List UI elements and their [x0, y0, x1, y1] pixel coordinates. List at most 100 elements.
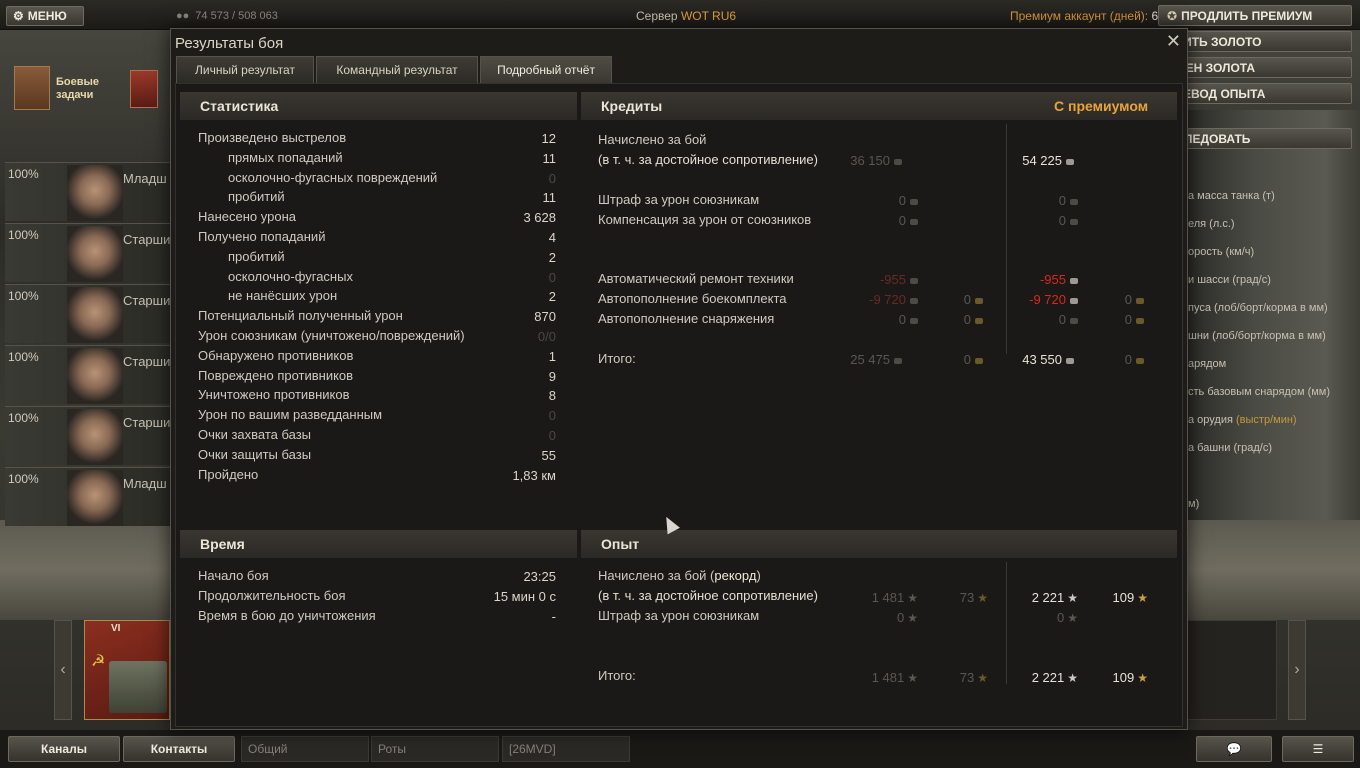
silver-coin-icon — [1066, 357, 1074, 364]
carousel-right-arrow[interactable]: › — [1288, 620, 1306, 720]
gear-icon: ⚙ — [13, 9, 24, 23]
dialog-body: Статистика Произведено выстрелов 12 прямых… — [175, 83, 1183, 727]
crew-rank: Старши — [123, 415, 171, 430]
free-xp-star-icon: ★ — [1137, 591, 1148, 605]
credits-equipment-gold: 0 — [913, 312, 983, 327]
stat-value: 1,83 км — [512, 467, 556, 483]
crew-member[interactable]: 100% Старши — [5, 223, 170, 282]
stat-value: 3 628 — [523, 210, 556, 226]
xp-total-premium-free: 109 ★ — [1112, 670, 1148, 685]
credits-title: Кредиты — [601, 98, 663, 114]
extend-premium-button[interactable]: ✪ ПРОДЛИТЬ ПРЕМИУМ — [1158, 5, 1352, 26]
premium-label: Премиум аккаунт (дней): — [1010, 9, 1149, 23]
credits-repair: -955 — [848, 272, 918, 287]
crew-portrait — [67, 287, 123, 343]
crew-member[interactable]: 100% Старши — [5, 284, 170, 343]
chat-bubble-icon[interactable]: 💬 — [1196, 736, 1272, 762]
stat-label: Урон по вашим разведданным — [198, 407, 383, 423]
crew-percent: 100% — [8, 472, 39, 486]
crew-portrait — [67, 348, 123, 404]
silver-coin-icon — [1070, 218, 1078, 225]
crew-member[interactable]: 100% Старши — [5, 345, 170, 404]
credits-equipment-label: Автопополнение снаряжения — [598, 311, 775, 326]
free-xp-star-icon: ★ — [977, 671, 988, 685]
credits-total-premium-gold: 0 — [1074, 352, 1144, 367]
crew-rank: Старши — [123, 354, 171, 369]
credits-repair-label: Автоматический ремонт техники — [598, 271, 794, 286]
xp-earned: 1 481 ★ — [871, 590, 918, 605]
xp-earned-label-text: Начислено за бой ( — [598, 568, 715, 583]
tank-stat-label: и шасси (град/с) — [1188, 274, 1271, 286]
tab-personal-result[interactable]: Личный результат — [176, 56, 314, 83]
carousel-left-arrow[interactable]: ‹ — [54, 620, 72, 720]
tank-tier: VI — [111, 623, 121, 634]
xp-earned-premium: 2 221 ★ — [1031, 590, 1078, 605]
chat-tab-company[interactable]: Роты — [371, 736, 499, 762]
time-until-destroyed-label: Время в бою до уничтожения — [198, 608, 376, 623]
battle-start: 23:25 — [523, 569, 556, 584]
stat-value: 8 — [548, 388, 556, 404]
tank-image — [109, 661, 167, 713]
quests-label: Боевые задачи — [56, 76, 100, 101]
credits-repair-premium: -955 — [1008, 272, 1078, 287]
star-icon: ✪ — [1167, 8, 1178, 23]
tab-team-result[interactable]: Командный результат — [316, 56, 478, 83]
stat-label: Произведено выстрелов — [198, 130, 347, 145]
stat-value: 4 — [548, 230, 556, 245]
notifications-icon[interactable]: ☰ — [1282, 736, 1354, 762]
gold-coin-icon — [1136, 357, 1144, 364]
silver-value: 74 573 / 508 063 — [195, 10, 278, 22]
xp-star-icon: ★ — [907, 611, 918, 625]
tab-detailed-report[interactable]: Подробный отчёт — [480, 56, 612, 83]
xp-total-premium: 2 221 ★ — [1031, 670, 1078, 685]
xp-earned-sub-label: (в т. ч. за достойное сопротивление) — [598, 588, 818, 603]
crew-member[interactable]: 100% Младш — [5, 467, 170, 526]
stat-label: Повреждено противников — [198, 367, 354, 383]
crew-member[interactable]: 100% Младш — [5, 162, 170, 221]
coins-icon: ●● — [176, 10, 190, 22]
xp-star-icon: ★ — [1067, 671, 1078, 685]
server-info: Сервер WOT RU6 — [636, 9, 736, 23]
credits-ammo: -9 720 — [848, 292, 918, 307]
menu-button[interactable]: ⚙ МЕНЮ — [6, 6, 84, 26]
xp-header: Опыт — [581, 530, 1177, 558]
silver-coin-icon — [910, 218, 918, 225]
battle-quests[interactable]: Боевые задачи — [8, 60, 168, 115]
chat-tab-general[interactable]: Общий — [241, 736, 369, 762]
crew-percent: 100% — [8, 289, 39, 303]
xp-total-free: 73 ★ — [959, 670, 988, 685]
credits-equipment: 0 — [848, 312, 918, 327]
silver-coin-icon — [1066, 158, 1074, 165]
xp-penalty: 0 ★ — [897, 610, 918, 625]
stat-value: 0 — [548, 170, 556, 186]
tank-stat-label: м) — [1188, 498, 1200, 510]
credits-earned-sub-label: (в т. ч. за достойное сопротивление) — [598, 152, 818, 167]
xp-star-icon: ★ — [907, 591, 918, 605]
tank-card[interactable]: VI ☭ — [84, 620, 170, 720]
silver-coin-icon — [910, 277, 918, 284]
silver-coin-icon — [894, 158, 902, 165]
chat-tab-clan[interactable]: [26MVD] — [502, 736, 630, 762]
stats-header: Статистика — [180, 92, 577, 120]
stat-value: 2 — [548, 249, 556, 265]
crew-percent: 100% — [8, 167, 39, 181]
xp-earned-premium-free: 109 ★ — [1112, 590, 1148, 605]
close-icon[interactable]: ✕ — [1166, 31, 1181, 52]
stat-label: прямых попаданий — [228, 149, 343, 165]
crew-member[interactable]: 100% Старши — [5, 406, 170, 465]
stat-value: 9 — [548, 368, 556, 384]
battle-duration: 15 мин 0 с — [493, 589, 556, 604]
tank-stat-label-text: а орудия — [1188, 414, 1233, 426]
xp-penalty-label: Штраф за урон союзникам — [598, 608, 760, 623]
credits-compensation: 0 — [848, 213, 918, 228]
menu-label: МЕНЮ — [27, 9, 67, 23]
tank-slot[interactable] — [1185, 620, 1277, 720]
stat-value: 0/0 — [537, 329, 556, 344]
stat-label: осколочно-фугасных — [228, 268, 353, 284]
tank-stats-panel — [1185, 110, 1360, 520]
channels-button[interactable]: Каналы — [8, 736, 120, 762]
contacts-button[interactable]: Контакты — [123, 736, 235, 762]
stat-label: пробитий — [228, 248, 285, 264]
xp-penalty-premium: 0 ★ — [1057, 610, 1078, 625]
silver-coin-icon — [1070, 198, 1078, 205]
